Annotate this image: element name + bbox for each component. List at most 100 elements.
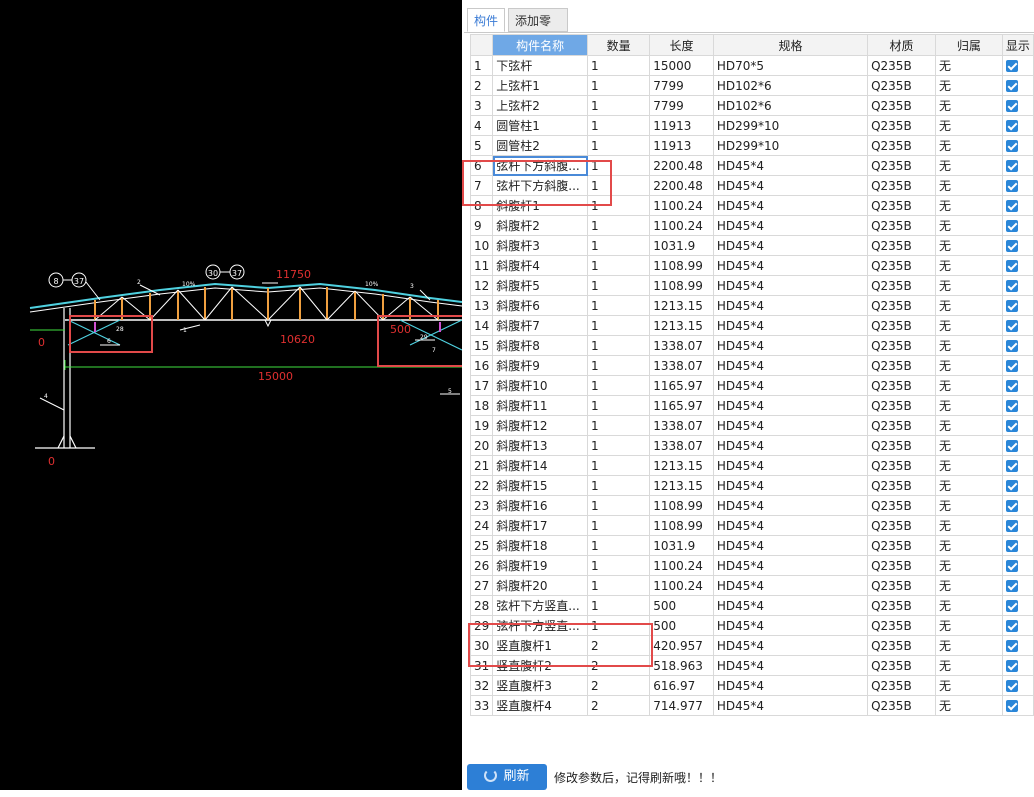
row-owner[interactable]: 无 [934, 275, 1003, 296]
show-checkbox[interactable] [1005, 300, 1018, 312]
show-checkbox[interactable] [1005, 420, 1018, 432]
row-spec[interactable]: HD45*4 [712, 215, 869, 236]
row-name[interactable]: 斜腹杆4 [492, 255, 589, 276]
row-name[interactable]: 弦杆下方斜腹... [492, 175, 589, 196]
row-owner[interactable]: 无 [934, 195, 1003, 216]
show-checkbox[interactable] [1005, 360, 1018, 372]
table-row[interactable]: 15 斜腹杆8 1 1338.07 HD45*4 Q235B 无 [469, 335, 1034, 356]
tab-add-part[interactable]: 添加零件 [508, 8, 568, 52]
row-name[interactable]: 斜腹杆10 [492, 375, 589, 396]
table-row[interactable]: 1 下弦杆 1 15000 HD70*5 Q235B 无 [469, 55, 1034, 76]
show-checkbox[interactable] [1005, 620, 1018, 632]
row-owner[interactable]: 无 [934, 315, 1003, 336]
row-name[interactable]: 斜腹杆12 [492, 415, 589, 436]
row-material[interactable]: Q235B [867, 695, 936, 716]
row-spec[interactable]: HD45*4 [712, 475, 869, 496]
row-spec[interactable]: HD45*4 [712, 435, 869, 456]
row-material[interactable]: Q235B [867, 615, 936, 636]
row-spec[interactable]: HD45*4 [712, 455, 869, 476]
row-length[interactable]: 1100.24 [649, 555, 714, 576]
row-spec[interactable]: HD45*4 [712, 295, 869, 316]
row-spec[interactable]: HD45*4 [712, 515, 869, 536]
row-owner[interactable]: 无 [934, 575, 1003, 596]
row-owner[interactable]: 无 [934, 155, 1003, 176]
show-checkbox[interactable] [1005, 460, 1018, 472]
row-name[interactable]: 弦杆下方斜腹... [492, 155, 589, 176]
row-spec[interactable]: HD45*4 [712, 695, 869, 716]
table-row[interactable]: 14 斜腹杆7 1 1213.15 HD45*4 Q235B 无 [469, 315, 1034, 336]
show-checkbox[interactable] [1005, 160, 1018, 172]
row-spec[interactable]: HD45*4 [712, 315, 869, 336]
row-owner[interactable]: 无 [934, 175, 1003, 196]
header-material[interactable]: 材质 [867, 34, 936, 56]
row-length[interactable]: 1108.99 [649, 275, 714, 296]
row-length[interactable]: 1213.15 [649, 295, 714, 316]
row-length[interactable]: 11913 [649, 135, 714, 156]
row-spec[interactable]: HD45*4 [712, 575, 869, 596]
row-material[interactable]: Q235B [867, 75, 936, 96]
row-name[interactable]: 斜腹杆11 [492, 395, 589, 416]
table-row[interactable]: 33 竖直腹杆4 2 714.977 HD45*4 Q235B 无 [469, 695, 1034, 716]
row-length[interactable]: 1100.24 [649, 195, 714, 216]
row-owner[interactable]: 无 [934, 295, 1003, 316]
row-spec[interactable]: HD70*5 [712, 55, 869, 76]
show-checkbox[interactable] [1005, 140, 1018, 152]
row-length[interactable]: 7799 [649, 95, 714, 116]
row-owner[interactable]: 无 [934, 515, 1003, 536]
refresh-button[interactable]: 刷新 [467, 764, 547, 790]
header-spec[interactable]: 规格 [712, 34, 869, 56]
row-qty[interactable]: 1 [587, 155, 651, 176]
row-qty[interactable]: 1 [587, 575, 651, 596]
row-qty[interactable]: 1 [587, 175, 651, 196]
row-length[interactable]: 500 [649, 615, 714, 636]
row-material[interactable]: Q235B [867, 195, 936, 216]
show-checkbox[interactable] [1005, 500, 1018, 512]
row-spec[interactable]: HD299*10 [712, 135, 869, 156]
row-spec[interactable]: HD45*4 [712, 235, 869, 256]
header-qty[interactable]: 数量 [587, 34, 651, 56]
row-material[interactable]: Q235B [867, 335, 936, 356]
row-material[interactable]: Q235B [867, 315, 936, 336]
row-material[interactable]: Q235B [867, 135, 936, 156]
row-spec[interactable]: HD45*4 [712, 555, 869, 576]
row-spec[interactable]: HD102*6 [712, 75, 869, 96]
row-length[interactable]: 1338.07 [649, 335, 714, 356]
row-name[interactable]: 弦杆下方竖直... [492, 615, 589, 636]
row-name[interactable]: 圆管柱1 [492, 115, 589, 136]
row-owner[interactable]: 无 [934, 135, 1003, 156]
table-row[interactable]: 7 弦杆下方斜腹... 1 2200.48 HD45*4 Q235B 无 [469, 175, 1034, 196]
row-spec[interactable]: HD299*10 [712, 115, 869, 136]
row-name[interactable]: 斜腹杆14 [492, 455, 589, 476]
row-spec[interactable]: HD45*4 [712, 275, 869, 296]
table-row[interactable]: 25 斜腹杆18 1 1031.9 HD45*4 Q235B 无 [469, 535, 1034, 556]
row-owner[interactable]: 无 [934, 475, 1003, 496]
show-checkbox[interactable] [1005, 120, 1018, 132]
row-spec[interactable]: HD45*4 [712, 615, 869, 636]
row-owner[interactable]: 无 [934, 435, 1003, 456]
row-length[interactable]: 500 [649, 595, 714, 616]
row-name[interactable]: 斜腹杆13 [492, 435, 589, 456]
row-length[interactable]: 2200.48 [649, 175, 714, 196]
row-qty[interactable]: 1 [587, 495, 651, 516]
row-name[interactable]: 上弦杆1 [492, 75, 589, 96]
table-row[interactable]: 24 斜腹杆17 1 1108.99 HD45*4 Q235B 无 [469, 515, 1034, 536]
row-qty[interactable]: 2 [587, 695, 651, 716]
row-name[interactable]: 斜腹杆20 [492, 575, 589, 596]
row-spec[interactable]: HD45*4 [712, 675, 869, 696]
row-qty[interactable]: 2 [587, 655, 651, 676]
table-row[interactable]: 23 斜腹杆16 1 1108.99 HD45*4 Q235B 无 [469, 495, 1034, 516]
show-checkbox[interactable] [1005, 640, 1018, 652]
row-material[interactable]: Q235B [867, 55, 936, 76]
row-length[interactable]: 1213.15 [649, 475, 714, 496]
table-row[interactable]: 11 斜腹杆4 1 1108.99 HD45*4 Q235B 无 [469, 255, 1034, 276]
table-row[interactable]: 4 圆管柱1 1 11913 HD299*10 Q235B 无 [469, 115, 1034, 136]
row-owner[interactable]: 无 [934, 535, 1003, 556]
row-owner[interactable]: 无 [934, 255, 1003, 276]
row-owner[interactable]: 无 [934, 595, 1003, 616]
row-name[interactable]: 斜腹杆9 [492, 355, 589, 376]
row-name[interactable]: 圆管柱2 [492, 135, 589, 156]
row-qty[interactable]: 1 [587, 335, 651, 356]
row-length[interactable]: 1108.99 [649, 515, 714, 536]
row-qty[interactable]: 1 [587, 415, 651, 436]
row-qty[interactable]: 1 [587, 215, 651, 236]
